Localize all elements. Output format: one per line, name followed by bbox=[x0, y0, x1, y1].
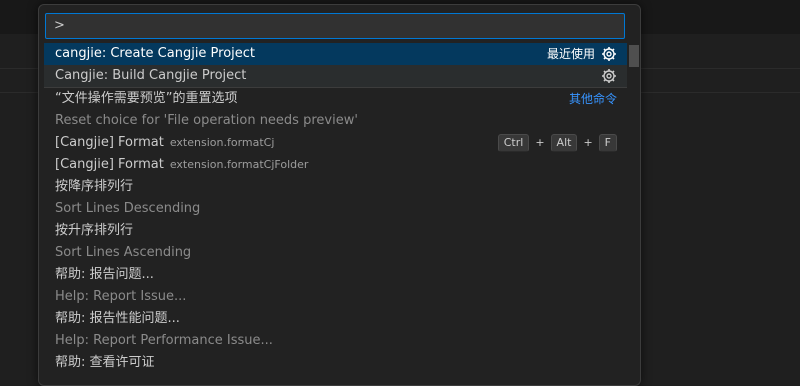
command-item-sort-ascending-en[interactable]: Sort Lines Ascending bbox=[44, 242, 627, 264]
command-label: 帮助: 报告性能问题... bbox=[55, 311, 180, 326]
key-alt: Alt bbox=[550, 134, 578, 152]
scrollbar-thumb[interactable] bbox=[629, 45, 639, 67]
command-label: 帮助: 查看许可证 bbox=[55, 355, 155, 370]
command-item-sort-ascending[interactable]: 按升序排列行 bbox=[44, 220, 627, 242]
command-item-sort-descending-en[interactable]: Sort Lines Descending bbox=[44, 198, 627, 220]
command-label: Cangjie: Build Cangjie Project bbox=[55, 68, 247, 83]
command-item-format-cj-folder[interactable]: [Cangjie] Format extension.formatCjFolder bbox=[44, 154, 627, 176]
command-alias: Sort Lines Ascending bbox=[55, 245, 192, 260]
command-id: extension.formatCj bbox=[169, 136, 275, 149]
command-label: [Cangjie] Format bbox=[55, 135, 164, 150]
command-alias: Help: Report Performance Issue... bbox=[55, 333, 273, 348]
command-label: 按降序排列行 bbox=[55, 179, 134, 194]
other-commands-link[interactable]: 其他命令 bbox=[569, 88, 617, 110]
command-item-reset-preview-choice-en[interactable]: Reset choice for 'File operation needs p… bbox=[44, 110, 627, 132]
command-label: [Cangjie] Format bbox=[55, 157, 164, 172]
command-id: extension.formatCjFolder bbox=[169, 158, 309, 171]
command-item-reset-preview-choice[interactable]: “文件操作需要预览”的重置选项 其他命令 bbox=[44, 88, 627, 110]
command-item-report-issue[interactable]: 帮助: 报告问题... bbox=[44, 264, 627, 286]
command-palette: > cangjie: Create Cangjie Project 最近使用 C… bbox=[38, 4, 641, 386]
command-alias: Reset choice for 'File operation needs p… bbox=[55, 113, 358, 128]
command-input[interactable]: > bbox=[45, 13, 625, 39]
command-item-report-issue-en[interactable]: Help: Report Issue... bbox=[44, 286, 627, 308]
recently-used-tag: 最近使用 bbox=[546, 47, 595, 61]
command-alias: Help: Report Issue... bbox=[55, 289, 187, 304]
command-item-create-project[interactable]: cangjie: Create Cangjie Project 最近使用 bbox=[44, 43, 627, 65]
command-item-report-performance-issue-en[interactable]: Help: Report Performance Issue... bbox=[44, 330, 627, 352]
command-label: “文件操作需要预览”的重置选项 bbox=[55, 91, 238, 106]
gear-icon[interactable] bbox=[601, 68, 617, 84]
command-item-format-cj[interactable]: [Cangjie] Format extension.formatCj Ctrl … bbox=[44, 132, 627, 154]
command-item-sort-descending[interactable]: 按降序排列行 bbox=[44, 176, 627, 198]
command-label: cangjie: Create Cangjie Project bbox=[55, 46, 256, 61]
command-item-report-performance-issue[interactable]: 帮助: 报告性能问题... bbox=[44, 308, 627, 330]
keybinding: Ctrl + Alt + F bbox=[497, 132, 617, 154]
command-label: 帮助: 报告问题... bbox=[55, 267, 154, 282]
key-f: F bbox=[598, 134, 617, 152]
command-list: cangjie: Create Cangjie Project 最近使用 Can… bbox=[44, 43, 627, 374]
key-plus: + bbox=[535, 136, 545, 149]
key-ctrl: Ctrl bbox=[497, 134, 530, 152]
command-item-build-project[interactable]: Cangjie: Build Cangjie Project bbox=[44, 65, 627, 88]
key-plus: + bbox=[583, 136, 593, 149]
command-label: 按升序排列行 bbox=[55, 223, 134, 238]
command-alias: Sort Lines Descending bbox=[55, 201, 201, 216]
gear-icon[interactable] bbox=[601, 46, 617, 62]
